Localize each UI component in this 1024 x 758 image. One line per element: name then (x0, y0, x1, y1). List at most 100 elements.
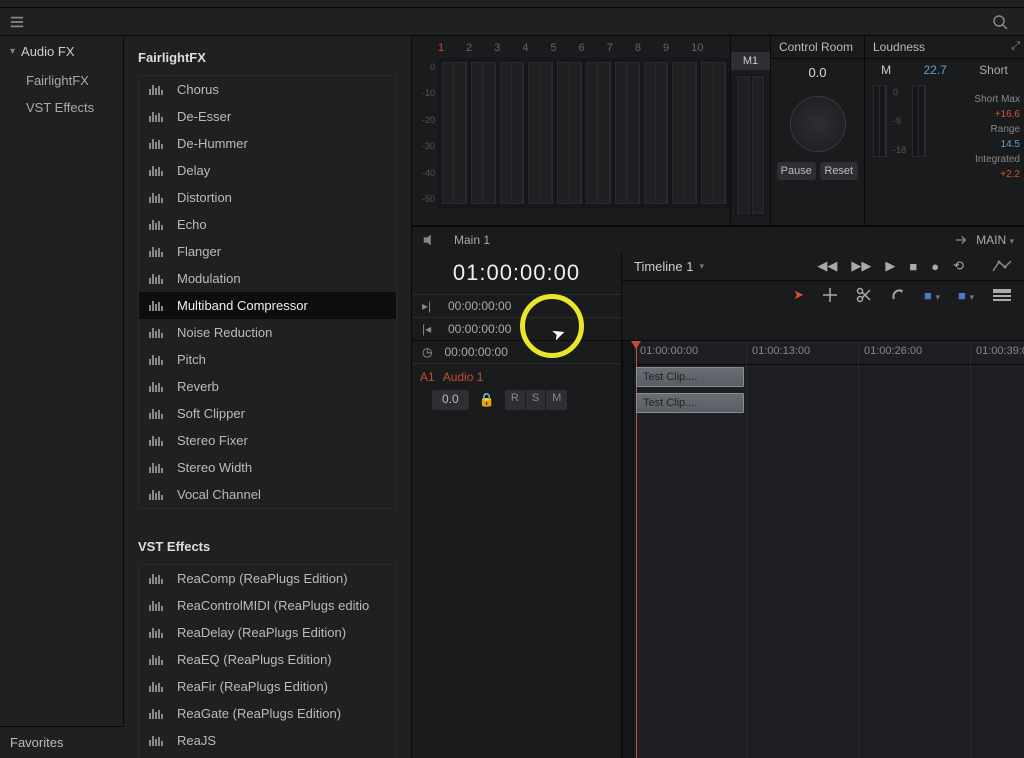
stop-button[interactable]: ■ (909, 259, 917, 274)
fx-item[interactable]: ReaComp (ReaPlugs Edition) (139, 565, 396, 592)
fx-item[interactable]: De-Hummer (139, 130, 396, 157)
loudness-panel: Loudness ⤢ M 22.7 Short 0-9-18 Short Max… (864, 36, 1024, 225)
fx-item[interactable]: Flanger (139, 238, 396, 265)
fx-item[interactable]: ReaGate (ReaPlugs Edition) (139, 700, 396, 727)
monitor-main1[interactable]: Main 1 (454, 233, 490, 247)
fx-item[interactable]: Noise Reduction (139, 319, 396, 346)
timecode-in-row: ▸| 00:00:00:00 (412, 294, 621, 317)
link-tool[interactable] (890, 287, 906, 303)
control-room-knob[interactable] (790, 96, 846, 152)
timecode-main[interactable]: 01:00:00:00 (412, 252, 621, 294)
sidebar-header[interactable]: ▾ Audio FX (0, 36, 123, 67)
record-arm-button[interactable]: R (505, 390, 525, 410)
timeline-dropdown[interactable]: Timeline 1▾ (634, 259, 704, 274)
forward-button[interactable]: ▶▶ (851, 258, 871, 274)
fx-section-vst-title: VST Effects (124, 525, 411, 564)
transport-buttons: ◀◀ ▶▶ ▶ ■ ● ⟲ (817, 258, 1012, 274)
razor-tool[interactable] (856, 287, 872, 303)
expand-icon[interactable]: ⤢ (1011, 40, 1020, 53)
fx-section-fairlight-title: FairlightFX (124, 36, 411, 75)
list-icon[interactable] (10, 15, 24, 29)
fx-item[interactable]: ReaJS (139, 727, 396, 754)
fx-item[interactable]: Pitch (139, 346, 396, 373)
fx-item[interactable]: ReaControlMIDI (ReaPlugs editio (139, 592, 396, 619)
record-button[interactable]: ● (931, 259, 939, 274)
fx-item[interactable]: Multiband Compressor (139, 292, 396, 319)
fx-item[interactable]: Reverb (139, 373, 396, 400)
sidebar-title: Audio FX (21, 44, 74, 59)
sidebar-item-fairlightfx[interactable]: FairlightFX (0, 67, 123, 94)
fx-item[interactable]: Echo (139, 211, 396, 238)
clip-2[interactable]: Test Clip.... (636, 393, 744, 413)
control-room-value: 0.0 (771, 59, 864, 86)
timecode-box: 01:00:00:00 ▸| 00:00:00:00 |◂ 00:00:00:0… (412, 252, 622, 340)
fx-item[interactable]: Modulation (139, 265, 396, 292)
fx-item[interactable]: Delay (139, 157, 396, 184)
timecode-in[interactable]: 00:00:00:00 (448, 299, 511, 313)
solo-button[interactable]: S (526, 390, 545, 410)
play-button[interactable]: ▶ (885, 258, 895, 274)
pointer-tool[interactable]: ➤ (793, 287, 804, 303)
fx-item[interactable]: ReaDelay (ReaPlugs Edition) (139, 619, 396, 646)
fx-item[interactable]: ReaEQ (ReaPlugs Edition) (139, 646, 396, 673)
speaker-icon[interactable] (422, 233, 436, 247)
m1-label: M1 (731, 52, 770, 70)
fx-panel: FairlightFX ChorusDe-EsserDe-HummerDelay… (124, 36, 412, 758)
skip-next-icon[interactable]: ▸| (422, 299, 436, 313)
fx-item[interactable]: Distortion (139, 184, 396, 211)
fx-item[interactable]: ReaFir (ReaPlugs Edition) (139, 673, 396, 700)
fx-item[interactable]: Chorus (139, 76, 396, 103)
monitor-main-dropdown[interactable]: MAIN ▾ (976, 233, 1014, 247)
sidebar-item-vst[interactable]: VST Effects (0, 94, 123, 121)
fx-item[interactable]: Vocal Channel (139, 481, 396, 508)
fx-item[interactable]: Soft Clipper (139, 400, 396, 427)
center-panel: 12345678910 0-10-20-30-40-50 M1 Control … (412, 36, 1024, 758)
chevron-down-icon: ▾ (10, 46, 15, 57)
track-a1-row[interactable]: A1 Audio 1 (412, 364, 621, 390)
loudness-scale: 0-9-18 (893, 85, 906, 157)
skip-prev-icon[interactable]: |◂ (422, 322, 436, 336)
meter-channel-numbers: 12345678910 (416, 42, 730, 54)
search-icon[interactable] (992, 14, 1008, 30)
timecode-dur[interactable]: 00:00:00:00 (444, 345, 507, 359)
meter-scale: 0-10-20-30-40-50 (416, 58, 438, 208)
timecode-out-row: |◂ 00:00:00:00 (412, 317, 621, 340)
loudness-title: Loudness (865, 36, 1024, 59)
control-room: Control Room 0.0 Pause Reset (770, 36, 864, 225)
loop-button[interactable]: ⟲ (953, 258, 964, 274)
view-options[interactable] (992, 288, 1012, 302)
m1-meter: M1 (730, 36, 770, 225)
loudness-m-label: M (881, 63, 891, 77)
fx-item[interactable]: Stereo Width (139, 454, 396, 481)
track-name: Audio 1 (443, 370, 484, 384)
timeline-ruler[interactable]: 01:00:00:0001:00:13:0001:00:26:0001:00:3… (634, 341, 1024, 365)
tool-row: ➤ ■ ▾ ■ ▾ (622, 281, 1024, 309)
marker-tool[interactable] (822, 287, 838, 303)
meter-bars (438, 58, 730, 208)
track-area: ◷ 00:00:00:00 A1 Audio 1 0.0 🔒 (412, 341, 1024, 758)
track-level[interactable]: 0.0 (432, 390, 469, 410)
lock-icon[interactable]: 🔒 (475, 390, 499, 410)
timecode-dur-row: ◷ 00:00:00:00 (412, 341, 621, 364)
flag-blue[interactable]: ■ ▾ (924, 288, 940, 303)
automation-icon[interactable] (992, 259, 1012, 273)
flag-blue-2[interactable]: ■ ▾ (958, 288, 974, 303)
track-meters: 12345678910 0-10-20-30-40-50 (412, 36, 730, 225)
rewind-button[interactable]: ◀◀ (817, 258, 837, 274)
reset-button[interactable]: Reset (820, 162, 859, 180)
timecode-out[interactable]: 00:00:00:00 (448, 322, 511, 336)
loudness-short-label: Short (979, 63, 1008, 77)
timeline[interactable]: 01:00:00:0001:00:13:0001:00:26:0001:00:3… (634, 341, 1024, 758)
clip-1[interactable]: Test Clip.... (636, 367, 744, 387)
track-header: ◷ 00:00:00:00 A1 Audio 1 0.0 🔒 (412, 341, 622, 758)
fx-item[interactable]: ReaStream (ReaPlugs Edition) (139, 754, 396, 758)
track-controls: 0.0 🔒 R S M (412, 390, 621, 416)
monitor-row: Main 1 MAIN ▾ (412, 226, 1024, 252)
favorites-label[interactable]: Favorites (0, 726, 124, 758)
arrow-right-icon (954, 233, 968, 247)
fx-item[interactable]: Stereo Fixer (139, 427, 396, 454)
loudness-readouts: Short Max +16.6 Range 14.5 Integrated +2… (974, 92, 1020, 182)
pause-button[interactable]: Pause (777, 162, 816, 180)
fx-item[interactable]: De-Esser (139, 103, 396, 130)
mute-button[interactable]: M (546, 390, 567, 410)
